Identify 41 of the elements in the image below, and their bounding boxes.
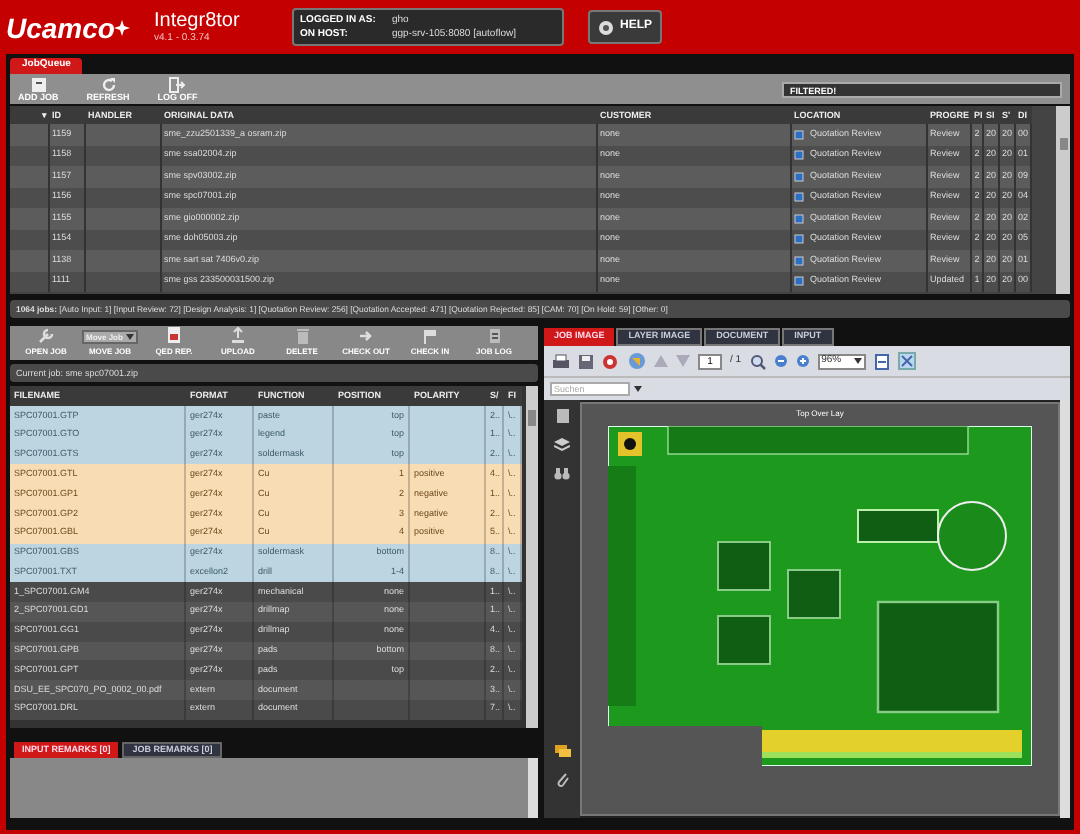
refresh-icon <box>99 75 118 94</box>
log-icon <box>487 328 501 344</box>
status-square-icon <box>794 150 804 161</box>
comments-icon[interactable] <box>553 744 571 758</box>
upload-icon <box>230 326 246 344</box>
search-icon[interactable] <box>749 353 766 369</box>
status-square-icon <box>794 129 804 140</box>
caret-icon[interactable] <box>634 386 642 392</box>
star-icon <box>114 19 131 35</box>
status-square-icon <box>794 171 804 182</box>
scrollbar[interactable] <box>1056 106 1070 294</box>
log-off-icon <box>168 75 187 94</box>
help-icon <box>598 19 614 35</box>
fullscreen-icon[interactable] <box>897 352 916 370</box>
wrench-icon <box>38 328 54 344</box>
paperclip-icon[interactable] <box>555 772 569 788</box>
zoom-in-icon[interactable] <box>795 354 810 368</box>
trash-icon <box>295 328 309 344</box>
binoculars-icon[interactable] <box>554 466 570 480</box>
logo: Ucamco <box>6 13 115 41</box>
status-square-icon <box>794 213 804 224</box>
scrollbar[interactable] <box>1060 400 1070 818</box>
save-icon[interactable] <box>578 353 594 369</box>
arrow-icon <box>358 328 374 344</box>
status-square-icon <box>794 192 804 203</box>
status-square-icon <box>794 234 804 245</box>
scrollbar[interactable] <box>526 386 538 728</box>
fit-page-icon[interactable] <box>873 353 890 369</box>
scrollbar[interactable] <box>528 758 538 818</box>
status-square-icon <box>794 255 804 266</box>
pages-icon[interactable] <box>555 408 569 424</box>
printer-icon[interactable] <box>552 353 570 369</box>
caret-icon <box>126 334 134 340</box>
app-name: Integr8tor <box>154 11 242 31</box>
caret-icon <box>853 358 862 364</box>
zoom-out-icon[interactable] <box>773 354 788 368</box>
layers-icon[interactable] <box>554 438 570 452</box>
flag-icon <box>422 328 438 344</box>
report-icon <box>166 326 182 344</box>
status-square-icon <box>794 276 804 287</box>
new-document-icon <box>29 75 48 94</box>
